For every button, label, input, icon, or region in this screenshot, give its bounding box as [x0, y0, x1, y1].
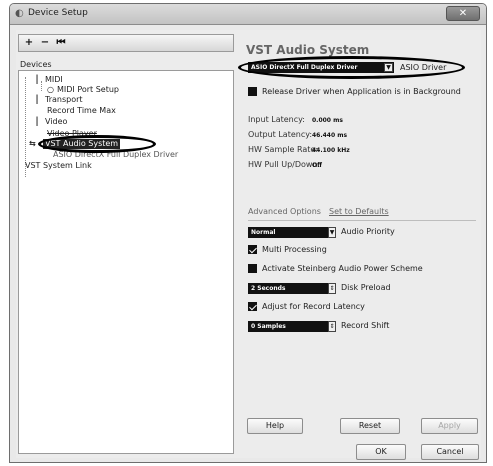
tree-toolbar: + − ⏮ — [18, 34, 234, 52]
connection-icon: ⇆ — [29, 139, 36, 148]
set-to-defaults-link[interactable]: Set to Defaults — [329, 207, 389, 216]
dialog-body: + − ⏮ Devices ┃ MIDI ○ MIDI Port Setup ┃… — [16, 30, 481, 460]
hw-pull-label: HW Pull Up/Down: — [248, 160, 321, 169]
panel-title: VST Audio System — [246, 43, 370, 57]
hw-sample-rate-label: HW Sample Rate: — [248, 145, 319, 154]
disk-preload-stepper[interactable]: 2 Seconds — [248, 283, 328, 294]
tree-node-vst-system-link[interactable]: VST System Link — [25, 161, 92, 171]
record-shift-stepper[interactable]: 0 Samples — [248, 321, 328, 332]
devices-pane: + − ⏮ Devices ┃ MIDI ○ MIDI Port Setup ┃… — [16, 30, 237, 458]
tree-node-transport[interactable]: Transport — [45, 95, 83, 105]
tree-node-video[interactable]: Video — [45, 117, 67, 127]
driver-annotation — [238, 56, 465, 79]
help-button[interactable]: Help — [247, 418, 303, 434]
audio-priority-select[interactable]: Normal — [248, 227, 328, 238]
output-latency-value: 46.440 ms — [312, 132, 348, 139]
advanced-options-label: Advanced Options — [248, 207, 321, 216]
tree-connector — [41, 81, 42, 91]
selection-annotation — [38, 135, 156, 153]
settings-pane: VST Audio System ASIO DirectX Full Duple… — [238, 30, 481, 458]
close-button[interactable]: ✕ — [446, 6, 480, 21]
title-bar[interactable]: ◐ Device Setup ✕ — [10, 4, 486, 25]
reset-button[interactable]: Reset — [340, 418, 400, 434]
tree-node-record-time-max[interactable]: Record Time Max — [47, 106, 116, 116]
release-driver-checkbox[interactable] — [248, 87, 257, 96]
multi-processing-label: Multi Processing — [262, 245, 327, 254]
multi-processing-checkbox[interactable] — [248, 245, 257, 254]
radio-icon: ○ — [47, 85, 54, 94]
reset-device-icon[interactable]: ⏮ — [54, 36, 68, 50]
plug-icon: ┃ — [34, 95, 40, 104]
tree-node-midi-port-setup[interactable]: MIDI Port Setup — [57, 85, 119, 95]
ok-button[interactable]: OK — [356, 444, 406, 460]
devices-label: Devices — [20, 60, 52, 69]
tree-node-midi[interactable]: MIDI — [45, 75, 63, 85]
device-tree: ┃ MIDI ○ MIDI Port Setup ┃ Transport Rec… — [18, 70, 234, 454]
hw-pull-value: Off — [312, 162, 322, 169]
section-divider — [248, 220, 476, 221]
window-title: Device Setup — [28, 8, 88, 18]
release-driver-label: Release Driver when Application is in Ba… — [262, 87, 461, 96]
stepper-icon[interactable]: ⇕ — [328, 283, 336, 294]
stepper-icon[interactable]: ⇕ — [328, 321, 336, 332]
output-latency-label: Output Latency: — [248, 130, 313, 139]
cancel-button[interactable]: Cancel — [421, 444, 479, 460]
audio-priority-label: Audio Priority — [341, 227, 395, 236]
plug-icon: ┃ — [34, 117, 40, 126]
chevron-down-icon[interactable]: ▼ — [328, 227, 336, 238]
app-icon: ◐ — [15, 8, 24, 19]
add-icon[interactable]: + — [22, 36, 36, 50]
hw-sample-rate-value: 44.100 kHz — [312, 147, 350, 154]
adjust-latency-label: Adjust for Record Latency — [262, 302, 365, 311]
apply-button[interactable]: Apply — [421, 418, 478, 434]
power-scheme-checkbox[interactable] — [248, 264, 257, 273]
remove-icon[interactable]: − — [38, 36, 52, 50]
record-shift-label: Record Shift — [341, 321, 390, 330]
input-latency-value: 0.000 ms — [312, 117, 343, 124]
adjust-latency-checkbox[interactable] — [248, 302, 257, 311]
power-scheme-label: Activate Steinberg Audio Power Scheme — [262, 264, 423, 273]
input-latency-label: Input Latency: — [248, 115, 305, 124]
device-setup-window: ◐ Device Setup ✕ + − ⏮ Devices ┃ MIDI ○ … — [9, 3, 487, 463]
disk-preload-label: Disk Preload — [341, 283, 391, 292]
plug-icon: ┃ — [34, 75, 40, 84]
